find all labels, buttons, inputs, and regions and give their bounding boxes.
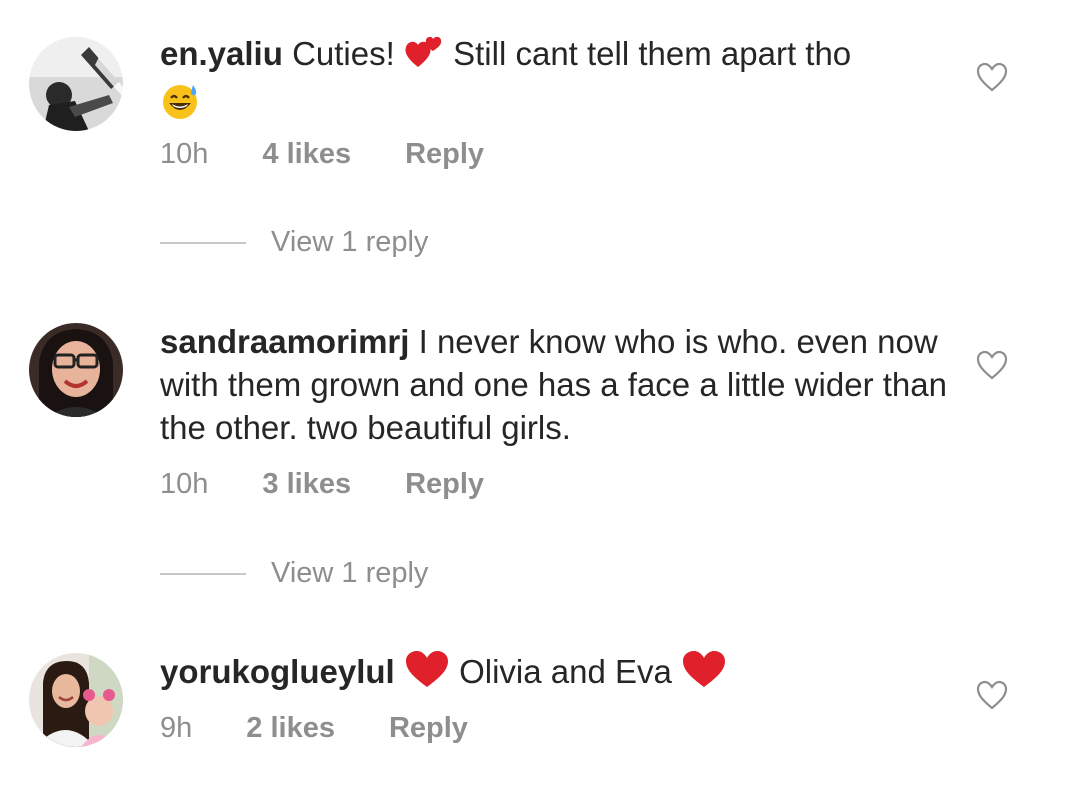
view-replies-button[interactable]: View 1 reply [160,226,428,259]
reply-button[interactable]: Reply [389,712,468,745]
view-replies-button[interactable]: View 1 reply [160,557,428,590]
avatar-image [29,323,123,417]
comment-meta: 9h 2 likes Reply [160,712,468,745]
comment-username[interactable]: sandraamorimrj [160,323,409,360]
likes-count-button[interactable]: 3 likes [262,468,351,501]
avatar[interactable] [29,653,123,747]
red-heart-emoji-icon [681,649,727,699]
reply-button[interactable]: Reply [405,468,484,501]
comment-body-continued: Still cant tell them apart tho [453,35,852,72]
comment-body: Cuties! [292,35,395,72]
grinning-sweat-emoji-icon [160,81,200,131]
comment-body: Olivia and Eva [459,653,672,690]
comment-meta: 10h 4 likes Reply [160,138,484,171]
reply-divider [160,241,246,244]
like-heart-icon[interactable] [976,680,1008,710]
like-heart-icon[interactable] [976,62,1008,92]
view-replies-label: View 1 reply [271,557,429,589]
avatar-image [29,37,123,131]
avatar[interactable] [29,37,123,131]
like-heart-icon[interactable] [976,350,1008,380]
reply-button[interactable]: Reply [405,138,484,171]
comment-text: yorukoglueylul Olivia and Eva [160,649,950,699]
view-replies-label: View 1 reply [271,226,429,258]
comment-text: sandraamorimrj I never know who is who. … [160,320,950,449]
red-heart-emoji-icon [404,649,450,699]
comment-username[interactable]: yorukoglueylul [160,653,395,690]
likes-count-button[interactable]: 2 likes [246,712,335,745]
comment-text: en.yaliu Cuties! Still cant tell them ap… [160,32,950,131]
comment-meta: 10h 3 likes Reply [160,468,484,501]
reply-divider [160,572,246,575]
likes-count-button[interactable]: 4 likes [262,138,351,171]
comment-username[interactable]: en.yaliu [160,35,283,72]
comment-time: 9h [160,712,193,744]
avatar[interactable] [29,323,123,417]
avatar-image [29,653,123,747]
comment-time: 10h [160,468,209,500]
two-hearts-emoji-icon [404,33,444,81]
comment-time: 10h [160,138,209,170]
